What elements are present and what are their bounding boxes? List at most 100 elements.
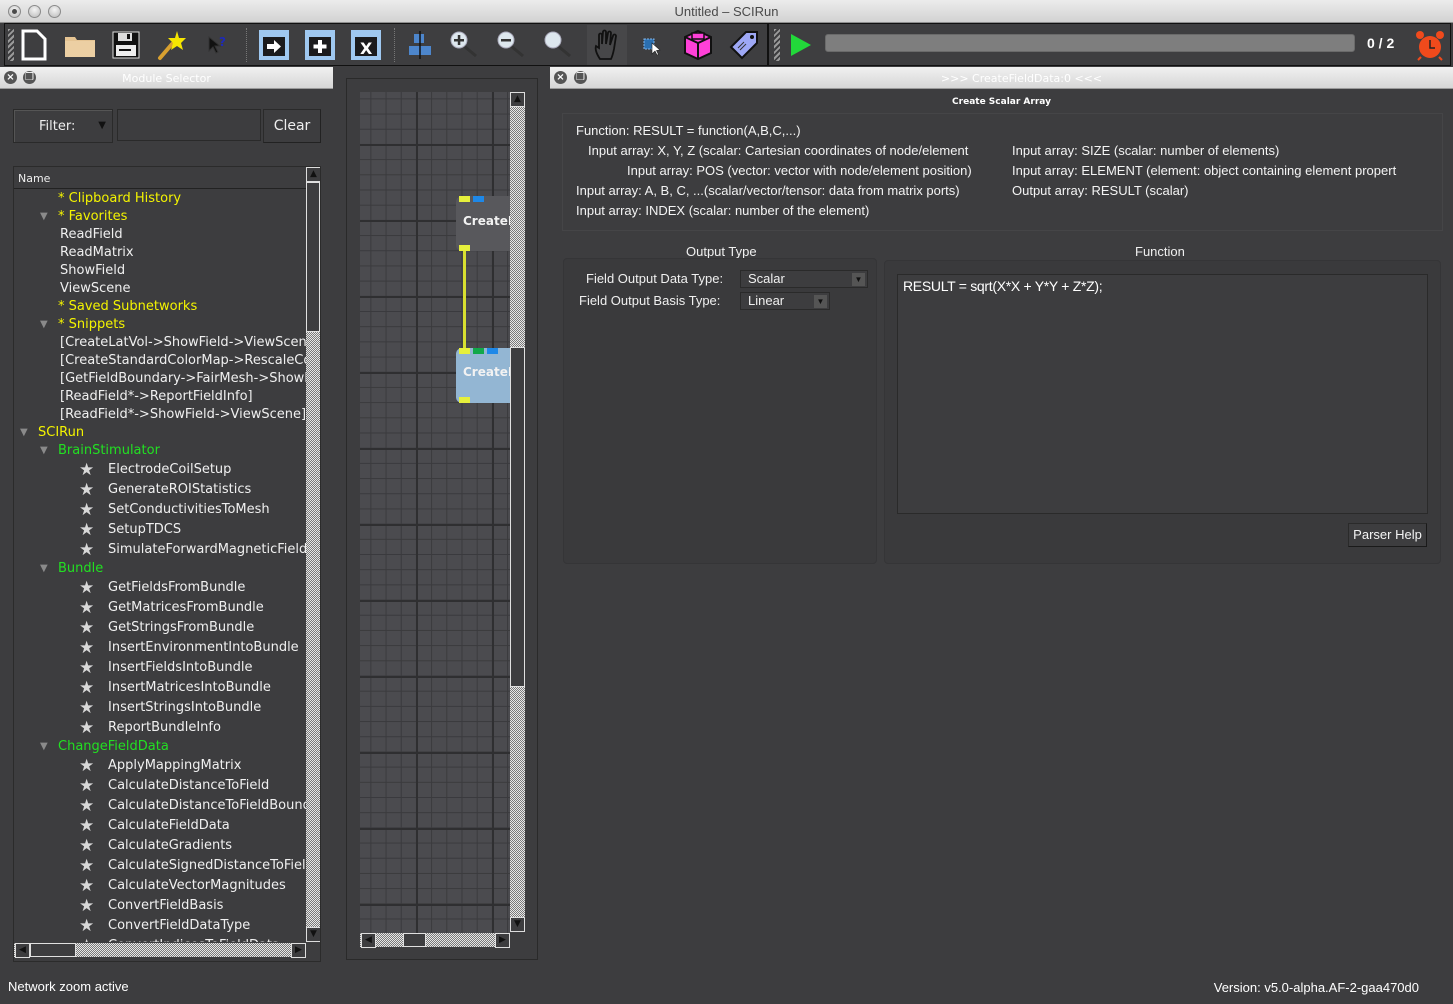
module-list-item[interactable]: ★ InsertFieldsIntoBundle <box>14 658 306 678</box>
subnetwork-button[interactable] <box>681 28 715 62</box>
favorite-star-icon[interactable]: ★ <box>79 896 94 916</box>
save-network-button[interactable] <box>109 28 143 62</box>
network-horizontal-scrollbar[interactable] <box>360 933 510 947</box>
clear-filter-button[interactable]: Clear <box>263 109 321 143</box>
module-node-createlatvol[interactable]: CreateLatVol <box>456 196 510 251</box>
filter-mode-dropdown[interactable]: Filter: ▼ <box>13 109 113 143</box>
list-item[interactable]: ViewScene <box>14 280 306 298</box>
favorite-star-icon[interactable]: ★ <box>79 520 94 540</box>
module-list-item[interactable]: ★ SetupTDCS <box>14 520 306 540</box>
category-list-item[interactable]: ▼ SCIRun <box>14 424 306 442</box>
tree-vertical-scroll-thumb[interactable] <box>306 182 320 332</box>
list-item[interactable]: [ReadField*->ReportFieldInfo] <box>14 388 306 406</box>
field-output-basis-type-select[interactable]: Linear ▼ <box>740 292 830 310</box>
list-item[interactable]: [GetFieldBoundary->FairMesh->ShowField] <box>14 370 306 388</box>
module-list-item[interactable]: ★ ConvertFieldDataType <box>14 916 306 936</box>
parser-help-button[interactable]: Parser Help <box>1348 523 1427 547</box>
input-port-field[interactable] <box>459 348 470 354</box>
filter-input[interactable] <box>117 109 261 141</box>
favorite-star-icon[interactable]: ★ <box>79 856 94 876</box>
favorite-star-icon[interactable]: ★ <box>79 718 94 738</box>
favorite-star-icon[interactable]: ★ <box>79 698 94 718</box>
category-list-item[interactable]: ▼ Bundle <box>14 560 306 578</box>
favorite-star-icon[interactable]: ★ <box>79 638 94 658</box>
input-port-matrix[interactable] <box>473 196 484 202</box>
expand-triangle-icon[interactable]: ▼ <box>40 563 48 574</box>
favorite-star-icon[interactable]: ★ <box>79 816 94 836</box>
list-item[interactable]: ShowField <box>14 262 306 280</box>
delete-module-button[interactable]: X <box>349 28 383 62</box>
favorite-star-icon[interactable]: ★ <box>79 460 94 480</box>
expand-triangle-icon[interactable]: ▼ <box>40 319 48 330</box>
function-text-editor[interactable]: RESULT = sqrt(X*X + Y*Y + Z*Z); <box>897 274 1428 514</box>
module-list-item[interactable]: ★ ReportBundleInfo <box>14 718 306 738</box>
module-node-createfielddata[interactable]: CreateFieldData <box>456 348 510 403</box>
favorite-star-icon[interactable]: ★ <box>79 916 94 936</box>
network-vertical-scroll-thumb[interactable] <box>510 347 525 687</box>
module-list-item[interactable]: ★ InsertEnvironmentIntoBundle <box>14 638 306 658</box>
pan-mode-button[interactable] <box>587 25 627 65</box>
tree-horizontal-scroll-thumb[interactable] <box>30 943 76 957</box>
input-port-string[interactable] <box>473 348 484 354</box>
scroll-up-button[interactable]: ▲ <box>510 92 525 107</box>
connection-pipe[interactable] <box>463 251 466 348</box>
module-list-item[interactable]: ★ GetFieldsFromBundle <box>14 578 306 598</box>
module-list-item[interactable]: ★ CalculateSignedDistanceToField <box>14 856 306 876</box>
module-list-item[interactable]: ★ GetMatricesFromBundle <box>14 598 306 618</box>
module-list-item[interactable]: ★ InsertStringsIntoBundle <box>14 698 306 718</box>
favorite-star-icon[interactable]: ★ <box>79 836 94 856</box>
expand-triangle-icon[interactable]: ▼ <box>40 741 48 752</box>
field-output-data-type-select[interactable]: Scalar ▼ <box>740 270 868 288</box>
module-list-item[interactable]: ★ CalculateDistanceToFieldBoundary <box>14 796 306 816</box>
favorite-star-icon[interactable]: ★ <box>79 776 94 796</box>
list-item[interactable]: [ReadField*->ShowField->ViewScene] <box>14 406 306 424</box>
list-item[interactable]: * Clipboard History <box>14 190 306 208</box>
module-list-item[interactable]: ★ CalculateDistanceToField <box>14 776 306 796</box>
module-list-item[interactable]: ★ ElectrodeCoilSetup <box>14 460 306 480</box>
open-network-button[interactable] <box>63 28 97 62</box>
tag-button[interactable] <box>727 28 761 62</box>
favorite-star-icon[interactable]: ★ <box>79 876 94 896</box>
scroll-left-button[interactable]: ◀ <box>361 933 376 948</box>
float-dock-icon[interactable]: ❐ <box>574 71 587 84</box>
tree-column-header[interactable]: Name <box>14 167 306 189</box>
favorite-star-icon[interactable]: ★ <box>79 678 94 698</box>
favorite-star-icon[interactable]: ★ <box>79 480 94 500</box>
list-item[interactable]: [CreateStandardColorMap->RescaleColorMap… <box>14 352 306 370</box>
category-list-item[interactable]: ▼ * Favorites <box>14 208 306 226</box>
close-dock-icon[interactable]: × <box>554 71 567 84</box>
new-network-button[interactable] <box>17 28 51 62</box>
alarm-button[interactable] <box>1413 28 1447 62</box>
wizard-button[interactable] <box>155 28 189 62</box>
favorite-star-icon[interactable]: ★ <box>79 618 94 638</box>
list-item[interactable]: ReadField <box>14 226 306 244</box>
zoom-in-button[interactable] <box>446 28 480 62</box>
module-list-item[interactable]: ★ CalculateFieldData <box>14 816 306 836</box>
favorite-star-icon[interactable]: ★ <box>79 796 94 816</box>
input-port-matrix[interactable] <box>487 348 498 354</box>
category-list-item[interactable]: ▼ * Snippets <box>14 316 306 334</box>
category-list-item[interactable]: ▼ ChangeFieldData <box>14 738 306 756</box>
list-item[interactable]: * Saved Subnetworks <box>14 298 306 316</box>
scroll-up-button[interactable]: ▲ <box>306 167 320 182</box>
favorite-star-icon[interactable]: ★ <box>79 658 94 678</box>
expand-triangle-icon[interactable]: ▼ <box>40 445 48 456</box>
expand-triangle-icon[interactable]: ▼ <box>20 427 28 438</box>
favorite-star-icon[interactable]: ★ <box>79 540 94 560</box>
module-list-item[interactable]: ★ SetConductivitiesToMesh <box>14 500 306 520</box>
scroll-right-button[interactable]: ▶ <box>495 933 510 948</box>
module-list-item[interactable]: ★ ConvertFieldBasis <box>14 896 306 916</box>
scroll-right-button[interactable]: ▶ <box>291 943 306 958</box>
scroll-left-button[interactable]: ◀ <box>15 943 30 958</box>
module-list-item[interactable]: ★ CalculateVectorMagnitudes <box>14 876 306 896</box>
module-list-item[interactable]: ★ GetStringsFromBundle <box>14 618 306 638</box>
scroll-down-button[interactable]: ▼ <box>306 927 320 942</box>
list-item[interactable]: ReadMatrix <box>14 244 306 262</box>
input-port-field[interactable] <box>459 196 470 202</box>
category-list-item[interactable]: ▼ BrainStimulator <box>14 442 306 460</box>
module-list-item[interactable]: ★ CalculateGradients <box>14 836 306 856</box>
toolbar-grip-handle[interactable] <box>774 29 780 61</box>
favorite-star-icon[interactable]: ★ <box>79 578 94 598</box>
favorite-star-icon[interactable]: ★ <box>79 598 94 618</box>
zoom-reset-button[interactable] <box>540 28 574 62</box>
